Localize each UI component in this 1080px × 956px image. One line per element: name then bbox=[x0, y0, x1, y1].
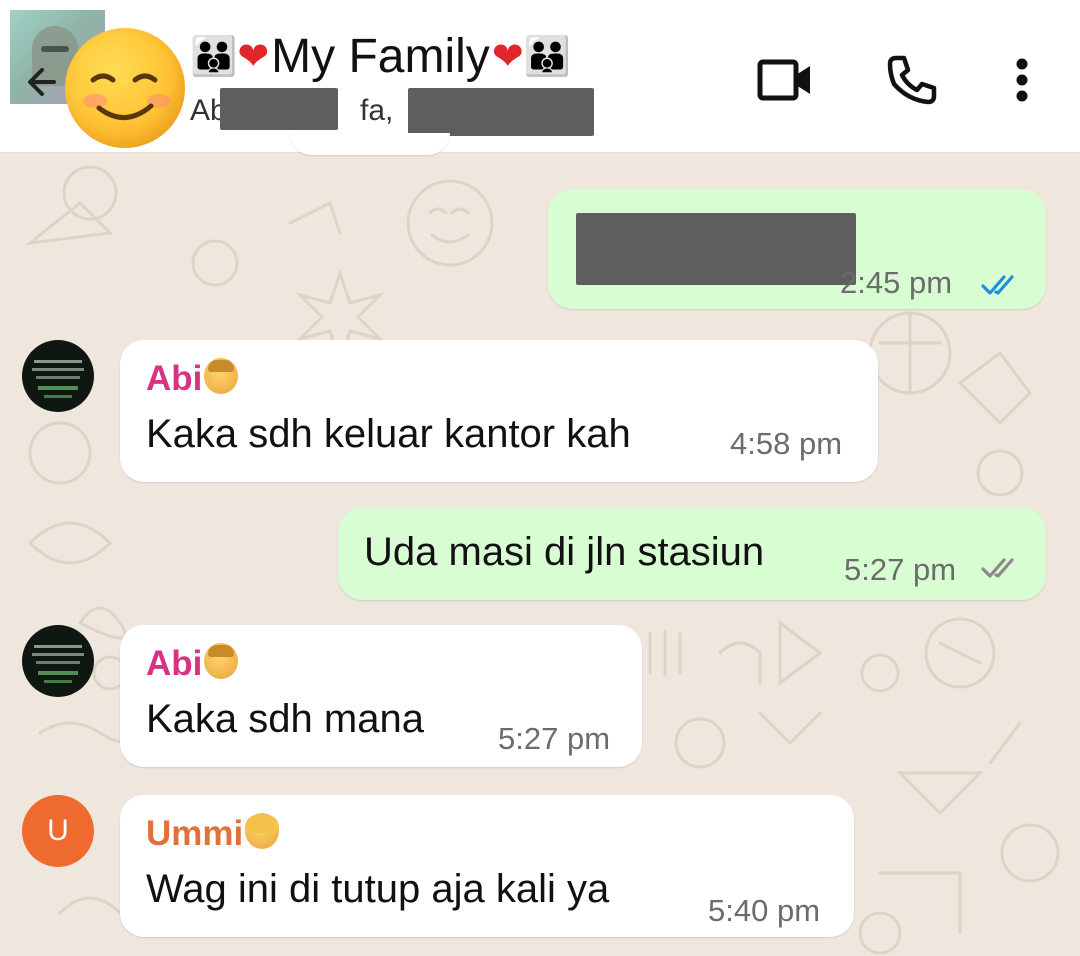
chat-title: My Family bbox=[271, 29, 490, 83]
outgoing-message-bubble[interactable]: 2:45 pm bbox=[548, 189, 1046, 309]
chat-title-row: 👪❤ My Family ❤👪 bbox=[190, 26, 710, 86]
partial-message-bubble bbox=[290, 133, 450, 155]
message-time: 5:27 pm bbox=[498, 721, 611, 756]
message-text: Kaka sdh keluar kantor kah bbox=[146, 412, 631, 456]
video-call-button[interactable] bbox=[755, 50, 815, 110]
group-avatar[interactable] bbox=[65, 28, 185, 148]
incoming-message-bubble[interactable]: Ummi Wag ini di tutup aja kali ya 5:40 p… bbox=[120, 795, 854, 937]
outgoing-message-bubble[interactable]: Uda masi di jln stasiun 5:27 pm bbox=[338, 508, 1046, 600]
back-button[interactable] bbox=[10, 10, 185, 148]
delivered-receipt-icon bbox=[981, 558, 1014, 578]
incoming-message-bubble[interactable]: Abi Kaka sdh keluar kantor kah 4:58 pm bbox=[120, 340, 878, 482]
redaction-block bbox=[408, 88, 594, 136]
sender-avatar-ummi[interactable]: U bbox=[22, 795, 94, 867]
sender-name: Abi bbox=[146, 358, 239, 399]
read-receipt-icon bbox=[981, 275, 1014, 295]
redaction-block bbox=[220, 88, 338, 130]
more-options-icon bbox=[1016, 58, 1028, 102]
chat-info[interactable]: 👪❤ My Family ❤👪 Ab fa, bbox=[190, 26, 710, 136]
chat-area[interactable]: 2:45 pm Abi Kaka sdh keluar kantor kah 4… bbox=[0, 133, 1080, 956]
message-time: 4:58 pm bbox=[730, 426, 843, 461]
heart-family-emoji: ❤👪 bbox=[491, 34, 571, 78]
back-arrow-icon bbox=[28, 68, 56, 96]
sender-avatar-abi[interactable] bbox=[22, 340, 94, 412]
video-call-icon bbox=[757, 59, 810, 101]
redacted-message-text bbox=[576, 213, 856, 285]
voice-call-button[interactable] bbox=[882, 50, 942, 110]
sender-name: Ummi bbox=[146, 813, 280, 854]
message-time: 2:45 pm bbox=[840, 265, 953, 300]
chat-members: Ab fa, bbox=[190, 88, 710, 136]
sender-avatar-abi[interactable] bbox=[22, 625, 94, 697]
sender-name: Abi bbox=[146, 643, 239, 684]
message-text: Uda masi di jln stasiun bbox=[364, 530, 765, 574]
message-time: 5:27 pm bbox=[844, 552, 957, 587]
phone-icon bbox=[887, 55, 937, 105]
message-text: Wag ini di tutup aja kali ya bbox=[146, 867, 610, 911]
man-face-emoji bbox=[204, 643, 239, 679]
man-face-emoji bbox=[204, 358, 239, 394]
message-time: 5:40 pm bbox=[708, 893, 821, 928]
chat-header: 👪❤ My Family ❤👪 Ab fa, bbox=[0, 0, 1080, 153]
more-options-button[interactable] bbox=[992, 50, 1052, 110]
woman-face-emoji bbox=[245, 813, 280, 849]
family-heart-emoji: 👪❤ bbox=[190, 34, 270, 78]
message-text: Kaka sdh mana bbox=[146, 697, 424, 741]
incoming-message-bubble[interactable]: Abi Kaka sdh mana 5:27 pm bbox=[120, 625, 642, 767]
members-text-2: fa, bbox=[360, 94, 394, 127]
